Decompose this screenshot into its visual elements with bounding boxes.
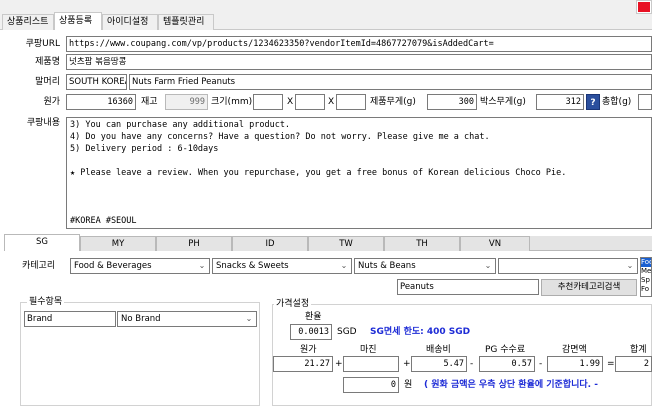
header-title-input[interactable]: Nuts Farm Fried Peanuts <box>129 74 652 90</box>
url-label: 쿠팡URL <box>25 39 60 49</box>
currency-label: SGD <box>337 327 357 337</box>
chevron-down-icon: ⌄ <box>245 314 253 323</box>
content-line <box>70 203 648 215</box>
cost-input[interactable]: 16360 <box>66 94 136 110</box>
content-line: ★ Please leave a review. When you repurc… <box>70 168 567 178</box>
category-list-item[interactable]: Foo <box>641 258 651 267</box>
cost-label: 원가 <box>43 97 60 107</box>
main-tab-bar: 상품리스트 상품등록 아이디설정 템플릿관리 <box>0 0 652 31</box>
price-margin-input[interactable] <box>343 356 399 372</box>
product-name-input[interactable]: 넛츠팜 볶음땅콩 <box>66 54 652 70</box>
category-listbox[interactable]: Foo Me Sp Fo <box>640 257 652 297</box>
content-line: 5) Delivery period : 6-10days <box>70 144 219 154</box>
size-depth-input[interactable] <box>336 94 366 110</box>
chevron-down-icon: ⌄ <box>340 261 348 270</box>
minus-operator: - <box>470 359 474 369</box>
won-amount-input[interactable]: 0 <box>343 377 399 393</box>
header-label: 말머리 <box>35 77 60 87</box>
duty-free-limit-text: SG면세 한도: 400 SGD <box>370 327 471 337</box>
stock-label: 재고 <box>141 97 158 107</box>
brand-select[interactable]: No Brand ⌄ <box>117 311 257 327</box>
category-level2-select[interactable]: Snacks & Sweets ⌄ <box>212 258 352 274</box>
pricing-title: 가격설정 <box>274 298 312 310</box>
size-width-input[interactable] <box>253 94 283 110</box>
pg-fee-column-label: PG 수수료 <box>485 345 526 355</box>
equals-operator: = <box>607 359 615 369</box>
chevron-down-icon: ⌄ <box>626 261 634 270</box>
tab-template-manage[interactable]: 템플릿관리 <box>158 14 214 30</box>
shipping-column-label: 배송비 <box>426 345 451 355</box>
tab-id-settings[interactable]: 아이디설정 <box>102 14 158 30</box>
url-input[interactable]: https://www.coupang.com/vp/products/1234… <box>66 36 652 52</box>
product-weight-label: 제품무게(g) <box>370 97 416 107</box>
price-discount-input[interactable]: 1.99 <box>547 356 603 372</box>
plus-operator: + <box>335 359 343 369</box>
total-column-label: 합계 <box>630 345 647 355</box>
help-icon[interactable]: ? <box>586 94 600 110</box>
category-level3-value: Nuts & Beans <box>358 261 416 271</box>
country-tab-vn[interactable]: VN <box>460 236 530 251</box>
size-x-separator-1: X <box>287 97 294 107</box>
won-note-text: ( 원화 금액은 우측 상단 환율에 기준합니다. - <box>424 380 598 390</box>
brand-select-value: No Brand <box>121 314 161 324</box>
category-level3-select[interactable]: Nuts & Beans ⌄ <box>354 258 496 274</box>
size-height-input[interactable] <box>295 94 325 110</box>
header-prefix-input[interactable]: SOUTH KOREA <box>66 74 127 90</box>
category-level1-value: Food & Beverages <box>74 261 152 271</box>
chevron-down-icon: ⌄ <box>198 261 206 270</box>
category-list-item[interactable]: Fo <box>641 285 651 294</box>
box-weight-input[interactable]: 312 <box>536 94 584 110</box>
recommend-category-button[interactable]: 추천카테고리검색 <box>541 279 637 296</box>
content-line: 3) You can purchase any additional produ… <box>70 120 291 130</box>
red-marker-icon <box>638 2 650 12</box>
content-line <box>70 179 648 191</box>
content-line <box>70 191 648 203</box>
category-search-input[interactable]: Peanuts <box>397 279 539 295</box>
won-unit-label: 원 <box>404 380 413 390</box>
product-weight-input[interactable]: 300 <box>427 94 477 110</box>
required-field-name[interactable]: Brand <box>24 311 116 327</box>
content-label: 쿠팡내용 <box>26 118 60 128</box>
content-line: #KOREA #SEOUL <box>70 216 137 226</box>
tab-product-list[interactable]: 상품리스트 <box>2 14 54 30</box>
country-tab-ph[interactable]: PH <box>156 236 232 251</box>
plus-operator: + <box>403 359 411 369</box>
price-pg-fee-input[interactable]: 0.57 <box>479 356 535 372</box>
category-list-item[interactable]: Me <box>641 267 651 276</box>
price-cost-input[interactable]: 21.27 <box>273 356 333 372</box>
country-tab-my[interactable]: MY <box>80 236 156 251</box>
country-tab-tw[interactable]: TW <box>308 236 384 251</box>
discount-column-label: 감면액 <box>562 345 587 355</box>
category-label: 카테고리 <box>22 261 56 271</box>
price-total-input[interactable]: 2 <box>615 356 652 372</box>
product-name-label: 제품명 <box>35 57 60 67</box>
stock-input[interactable]: 999 <box>165 94 208 110</box>
tab-product-register[interactable]: 상품등록 <box>54 12 102 31</box>
category-level4-select[interactable]: ⌄ <box>498 258 638 274</box>
category-level2-value: Snacks & Sweets <box>216 261 289 271</box>
total-weight-label: 총합(g) <box>602 97 632 107</box>
window-corner-button[interactable] <box>636 0 652 14</box>
content-textarea[interactable]: 3) You can purchase any additional produ… <box>66 117 652 229</box>
country-tab-sg[interactable]: SG <box>4 234 80 251</box>
country-tab-th[interactable]: TH <box>384 236 460 251</box>
content-line <box>70 155 648 167</box>
cost-column-label: 원가 <box>300 345 317 355</box>
chevron-down-icon: ⌄ <box>484 261 492 270</box>
total-weight-input[interactable] <box>638 94 652 110</box>
size-label: 크기(mm) <box>211 97 253 107</box>
minus-operator: - <box>539 359 543 369</box>
country-tab-bar: SG MY PH ID TW TH VN <box>4 234 652 251</box>
category-list-item[interactable]: Sp <box>641 276 651 285</box>
category-level1-select[interactable]: Food & Beverages ⌄ <box>70 258 210 274</box>
exchange-rate-input[interactable]: 0.0013 <box>290 324 332 340</box>
required-fields-title: 필수항목 <box>27 296 65 308</box>
box-weight-label: 박스무게(g) <box>480 97 526 107</box>
size-x-separator-2: X <box>328 97 335 107</box>
margin-column-label: 마진 <box>360 345 377 355</box>
content-line: 4) Do you have any concerns? Have a ques… <box>70 132 490 142</box>
exchange-rate-label: 환율 <box>305 312 322 322</box>
price-shipping-input[interactable]: 5.47 <box>411 356 467 372</box>
country-tab-id[interactable]: ID <box>232 236 308 251</box>
